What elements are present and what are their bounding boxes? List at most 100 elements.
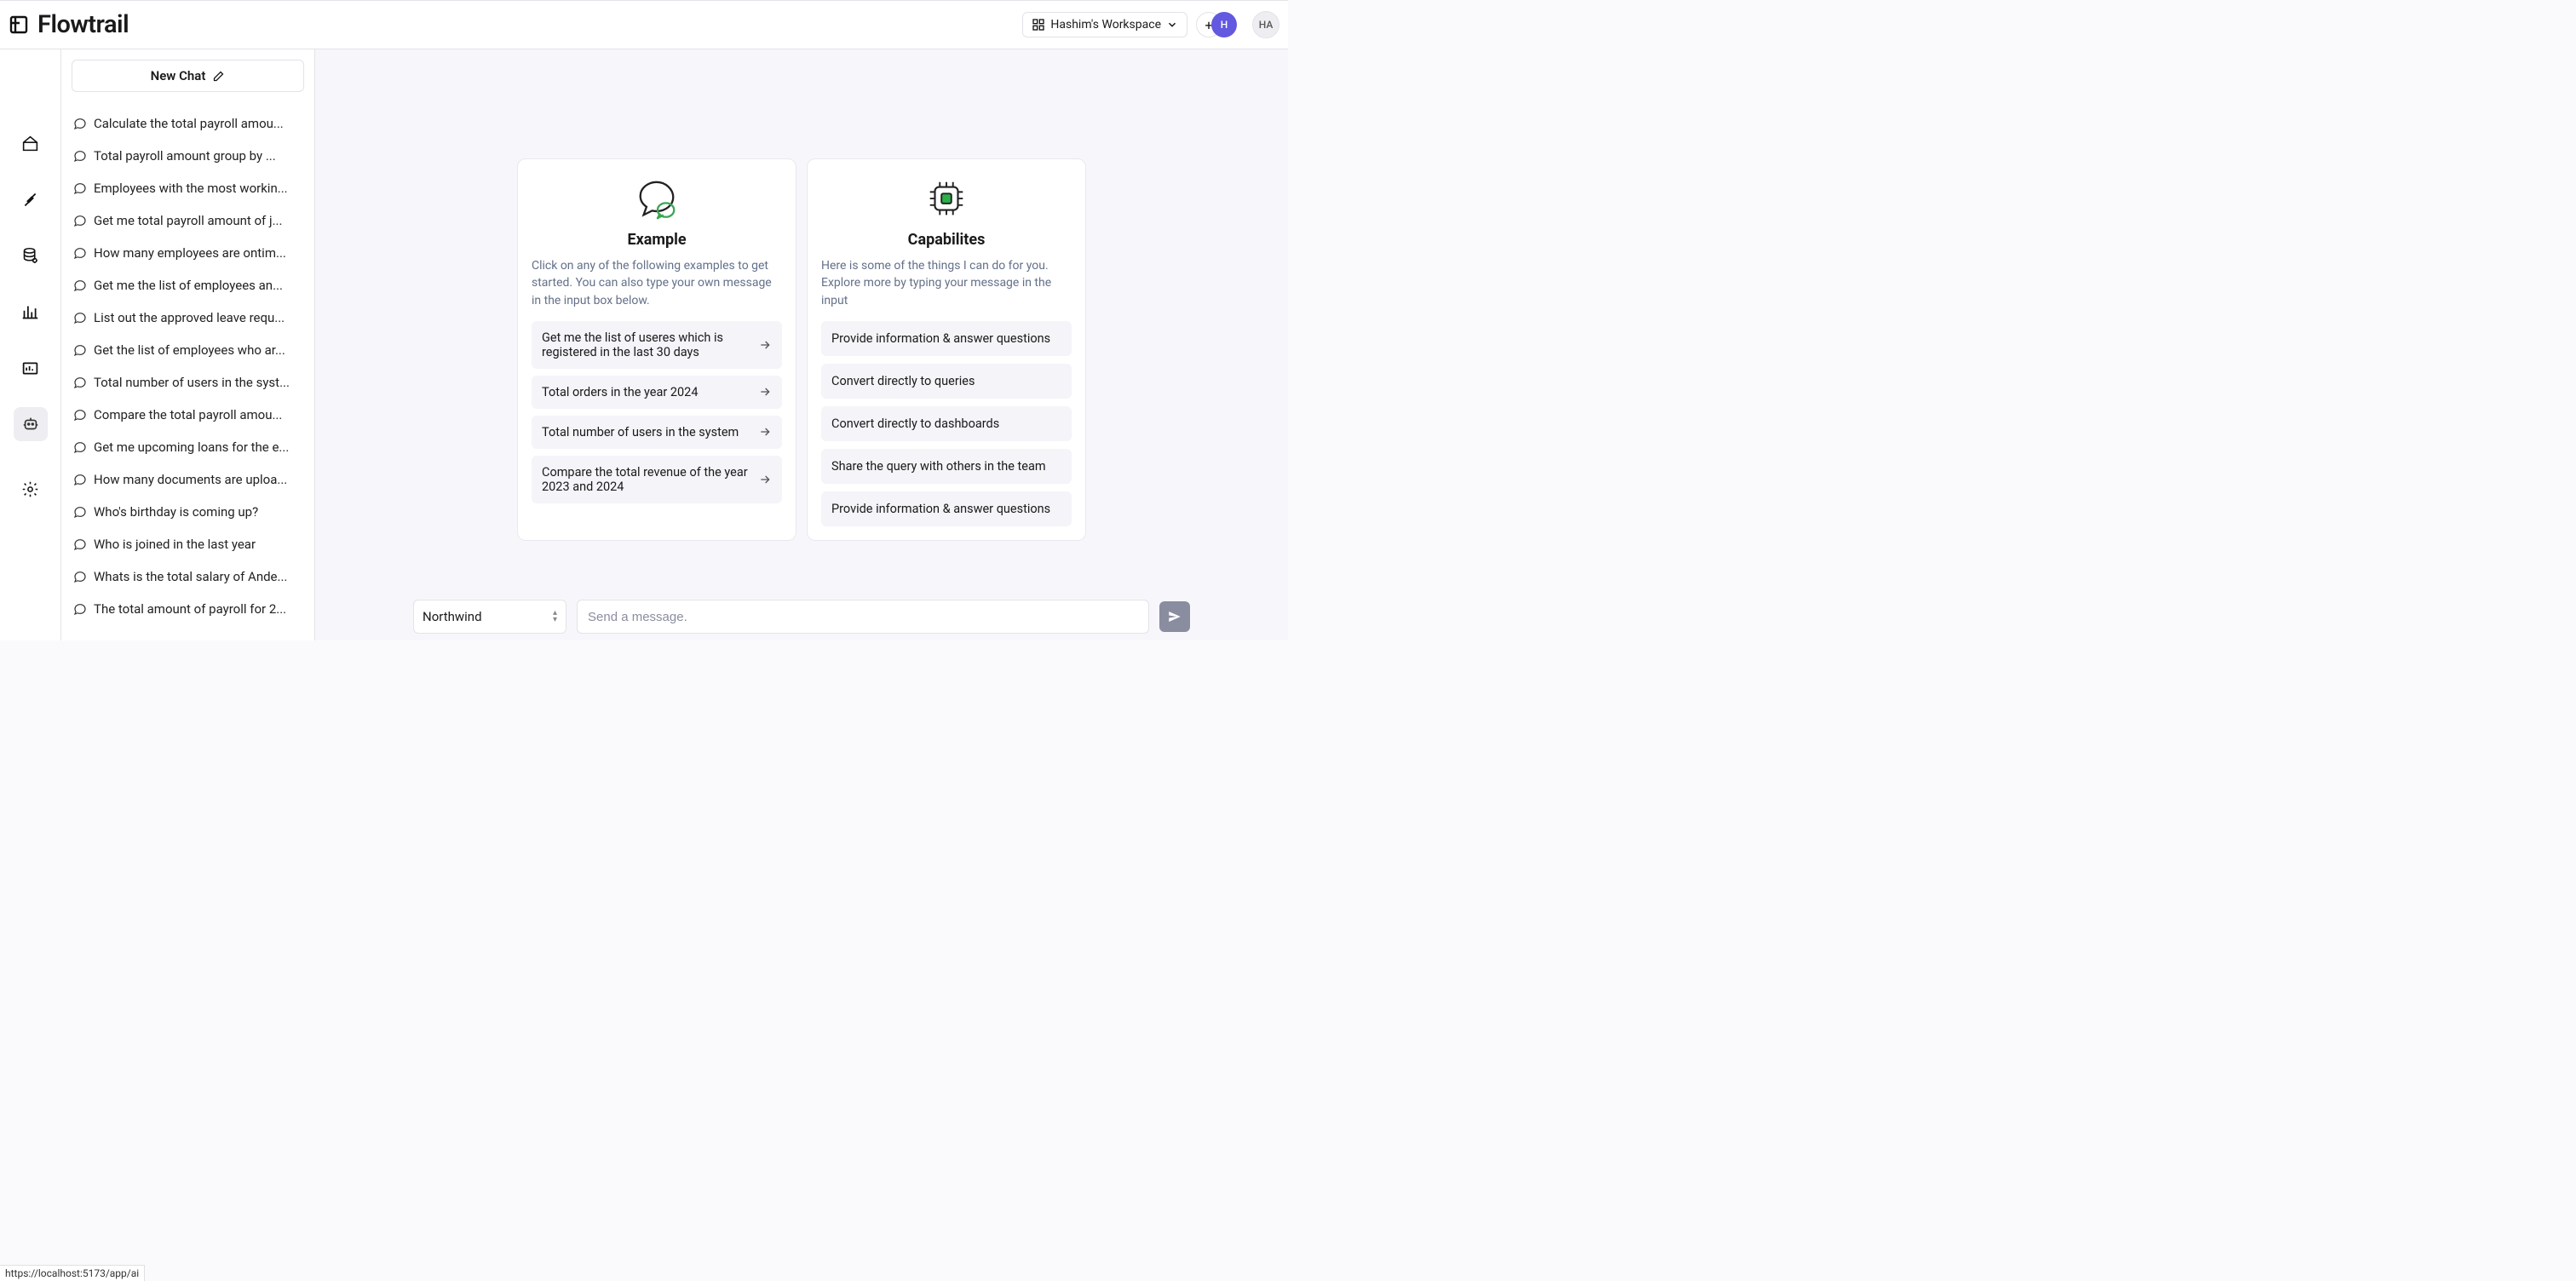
- nav-home[interactable]: [14, 126, 48, 160]
- capabilities-icon: [821, 178, 1072, 222]
- workspace-label: Hashim's Workspace: [1050, 18, 1161, 32]
- chat-bubble-icon: [73, 505, 87, 519]
- nav-connections[interactable]: [14, 182, 48, 216]
- select-chevrons-icon: ▴▾: [553, 610, 557, 623]
- arrow-right-icon: [758, 425, 772, 439]
- chat-history-label: How many employees are ontim...: [94, 245, 286, 261]
- avatar-user[interactable]: HA: [1252, 11, 1279, 38]
- new-chat-label: New Chat: [151, 68, 206, 83]
- capability-item: Provide information & answer questions: [821, 491, 1072, 526]
- chat-history-label: Get me total payroll amount of j...: [94, 213, 282, 228]
- chat-history-label: Compare the total payroll amou...: [94, 407, 282, 422]
- nav-analytics[interactable]: [14, 295, 48, 329]
- example-prompt[interactable]: Compare the total revenue of the year 20…: [532, 456, 782, 503]
- capabilities-title: Capabilites: [821, 231, 1072, 249]
- chat-history-item[interactable]: Get me upcoming loans for the e...: [72, 431, 304, 463]
- example-prompt-text: Compare the total revenue of the year 20…: [542, 465, 750, 494]
- chat-history-label: List out the approved leave requ...: [94, 310, 285, 325]
- example-prompt[interactable]: Total number of users in the system: [532, 416, 782, 449]
- chat-history-item[interactable]: Get me total payroll amount of j...: [72, 204, 304, 237]
- chat-history-label: Calculate the total payroll amou...: [94, 116, 284, 131]
- chat-history-item[interactable]: The total amount of payroll for 2...: [72, 593, 304, 625]
- chat-history-item[interactable]: Get the list of employees who ar...: [72, 334, 304, 366]
- chat-history-item[interactable]: Employees with the most workin...: [72, 172, 304, 204]
- database-select[interactable]: Northwind ▴▾: [413, 600, 566, 634]
- chat-bubble-icon: [73, 408, 87, 422]
- brand-logo-icon: [9, 14, 29, 35]
- brand-name: Flowtrail: [37, 10, 129, 39]
- chat-history-item[interactable]: Who is joined in the last year: [72, 528, 304, 560]
- chat-bubble-icon: [73, 181, 87, 195]
- chat-history-item[interactable]: Whats is the total salary of Ande...: [72, 560, 304, 593]
- main-scroll: Example Click on any of the following ex…: [315, 49, 1288, 640]
- capability-item: Convert directly to dashboards: [821, 406, 1072, 441]
- new-chat-button[interactable]: New Chat: [72, 60, 304, 92]
- chat-bubble-icon: [73, 440, 87, 454]
- grid-icon: [1032, 18, 1045, 32]
- chat-history-item[interactable]: Get me the list of employees an...: [72, 269, 304, 302]
- chat-list: Calculate the total payroll amou... Total…: [72, 107, 304, 625]
- example-icon: [532, 178, 782, 222]
- chat-history-label: How many documents are uploa...: [94, 472, 287, 487]
- chat-history-label: Who is joined in the last year: [94, 537, 256, 552]
- message-input[interactable]: [577, 600, 1149, 634]
- topbar-right: Hashim's Workspace + H HA: [1022, 11, 1279, 38]
- chat-history-item[interactable]: Total payroll amount group by ...: [72, 140, 304, 172]
- nav-rail: [0, 49, 61, 640]
- example-prompt-text: Get me the list of useres which is regis…: [542, 330, 750, 359]
- chat-history-label: Get the list of employees who ar...: [94, 342, 285, 358]
- arrow-right-icon: [758, 473, 772, 486]
- chat-history-item[interactable]: Compare the total payroll amou...: [72, 399, 304, 431]
- brand: Flowtrail: [9, 10, 129, 39]
- main-area: Example Click on any of the following ex…: [315, 49, 1288, 640]
- chat-bubble-icon: [73, 279, 87, 292]
- chat-history-label: Get me upcoming loans for the e...: [94, 439, 289, 455]
- chat-history-item[interactable]: How many employees are ontim...: [72, 237, 304, 269]
- example-prompt-text: Total orders in the year 2024: [542, 385, 698, 399]
- edit-icon: [212, 70, 225, 83]
- chat-history-label: Whats is the total salary of Ande...: [94, 569, 287, 584]
- capability-item: Convert directly to queries: [821, 364, 1072, 399]
- example-prompt[interactable]: Get me the list of useres which is regis…: [532, 321, 782, 369]
- example-title: Example: [532, 231, 782, 249]
- workspace-dropdown[interactable]: Hashim's Workspace: [1022, 12, 1187, 37]
- example-card: Example Click on any of the following ex…: [517, 158, 796, 541]
- chat-history-label: Total payroll amount group by ...: [94, 148, 276, 164]
- example-desc: Click on any of the following examples t…: [532, 257, 782, 309]
- capability-item: Share the query with others in the team: [821, 449, 1072, 484]
- database-selected-label: Northwind: [423, 609, 482, 624]
- chat-bubble-icon: [73, 149, 87, 163]
- chat-history-item[interactable]: How many documents are uploa...: [72, 463, 304, 496]
- chat-history-label: Total number of users in the syst...: [94, 375, 290, 390]
- status-bar-url: https://localhost:5173/app/ai: [0, 1265, 145, 1281]
- chat-bubble-icon: [73, 570, 87, 583]
- send-button[interactable]: [1159, 601, 1190, 632]
- composer: Northwind ▴▾: [315, 591, 1288, 640]
- nav-ai-chat[interactable]: [14, 407, 48, 441]
- chat-bubble-icon: [73, 343, 87, 357]
- welcome-cards: Example Click on any of the following ex…: [315, 49, 1288, 541]
- nav-dashboard[interactable]: [14, 351, 48, 385]
- capability-item: Provide information & answer questions: [821, 321, 1072, 356]
- chat-history-label: Employees with the most workin...: [94, 181, 288, 196]
- chat-history-item[interactable]: Calculate the total payroll amou...: [72, 107, 304, 140]
- chat-bubble-icon: [73, 246, 87, 260]
- nav-settings[interactable]: [14, 472, 48, 506]
- chat-history-item[interactable]: Who's birthday is coming up?: [72, 496, 304, 528]
- chat-history-label: Who's birthday is coming up?: [94, 504, 258, 520]
- nav-database[interactable]: [14, 238, 48, 273]
- avatar-group: + H: [1196, 12, 1240, 37]
- chat-bubble-icon: [73, 473, 87, 486]
- avatar-small[interactable]: H: [1211, 12, 1237, 37]
- chat-bubble-icon: [73, 537, 87, 551]
- chat-sidebar: New Chat Calculate the total payroll amo…: [61, 49, 315, 640]
- capabilities-desc: Here is some of the things I can do for …: [821, 257, 1072, 309]
- example-prompt-text: Total number of users in the system: [542, 425, 739, 439]
- chat-history-item[interactable]: List out the approved leave requ...: [72, 302, 304, 334]
- chat-history-label: The total amount of payroll for 2...: [94, 601, 286, 617]
- chat-bubble-icon: [73, 376, 87, 389]
- example-prompt[interactable]: Total orders in the year 2024: [532, 376, 782, 409]
- chat-history-item[interactable]: Total number of users in the syst...: [72, 366, 304, 399]
- arrow-right-icon: [758, 338, 772, 352]
- chat-bubble-icon: [73, 117, 87, 130]
